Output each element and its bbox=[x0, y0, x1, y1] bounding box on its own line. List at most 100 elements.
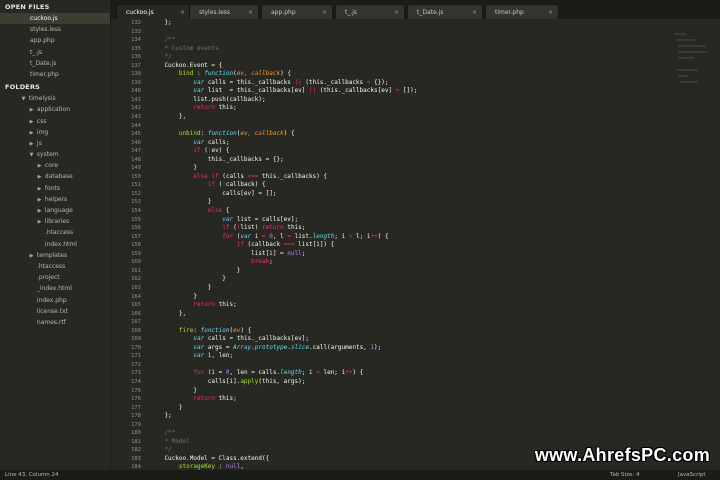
code-line[interactable]: break; bbox=[150, 258, 720, 267]
folder-item[interactable]: ▼ timelysis bbox=[0, 93, 110, 104]
code-line[interactable]: var list = calls[ev]; bbox=[150, 216, 720, 225]
open-file-item[interactable]: cuckoo.js bbox=[0, 13, 110, 25]
code-line[interactable]: } bbox=[150, 284, 720, 293]
code-line[interactable]: } bbox=[150, 267, 720, 276]
tab-styles-less[interactable]: styles.less × bbox=[189, 4, 259, 19]
code-line[interactable]: */ bbox=[150, 53, 720, 62]
folder-item[interactable]: ▶ language bbox=[0, 205, 110, 216]
code-line[interactable]: var args = Array.prototype.slice.call(ar… bbox=[150, 344, 720, 353]
code-line[interactable]: var list = this._callbacks[ev] || (this.… bbox=[150, 87, 720, 96]
open-file-item[interactable]: t_Date.js bbox=[0, 58, 110, 69]
open-file-item[interactable]: t_.js bbox=[0, 47, 110, 58]
tab-t-js[interactable]: t_.js × bbox=[335, 4, 405, 19]
code-line[interactable]: else { bbox=[150, 207, 720, 216]
code-line[interactable]: if (!list) return this; bbox=[150, 224, 720, 233]
code-line[interactable]: return this; bbox=[150, 104, 720, 113]
cursor-position: Line 43, Column 24 bbox=[5, 472, 59, 478]
file-item[interactable]: index.php bbox=[0, 295, 110, 306]
code-line[interactable]: var calls = this._callbacks || (this._ca… bbox=[150, 79, 720, 88]
code-line[interactable]: fire: function(ev) { bbox=[150, 327, 720, 336]
code-line[interactable] bbox=[150, 361, 720, 370]
close-icon[interactable]: × bbox=[180, 5, 185, 20]
code-line[interactable]: if (!ev) { bbox=[150, 147, 720, 156]
folder-item[interactable]: ▶ img bbox=[0, 127, 110, 138]
code-line[interactable]: } bbox=[150, 293, 720, 302]
folder-item[interactable]: ▶ helpers bbox=[0, 194, 110, 205]
code-line[interactable]: for (i = 0, len = calls.length; i < len;… bbox=[150, 369, 720, 378]
minimap[interactable] bbox=[674, 23, 714, 463]
folder-item[interactable]: ▶ database bbox=[0, 171, 110, 182]
file-item[interactable]: names.rtf bbox=[0, 317, 110, 328]
open-file-item[interactable]: timer.php bbox=[0, 69, 110, 80]
tab-timer-php[interactable]: timer.php × bbox=[485, 4, 559, 19]
tab-size-indicator[interactable]: Tab Size: 4 bbox=[610, 470, 639, 480]
code-token: ) { bbox=[352, 369, 364, 377]
code-line[interactable]: bind : function(ev, callback) { bbox=[150, 70, 720, 79]
file-item[interactable]: license.txt bbox=[0, 306, 110, 317]
code-line[interactable]: calls[i].apply(this, args); bbox=[150, 378, 720, 387]
code-line[interactable]: list[i] = null; bbox=[150, 250, 720, 259]
file-item[interactable]: index.html bbox=[0, 239, 110, 250]
folder-item[interactable]: ▶ fonts bbox=[0, 183, 110, 194]
syntax-indicator[interactable]: JavaScript bbox=[678, 470, 706, 480]
code-line[interactable]: }; bbox=[150, 412, 720, 421]
code-line[interactable]: var i, len; bbox=[150, 352, 720, 361]
file-item[interactable]: _index.html bbox=[0, 283, 110, 294]
code-line[interactable]: for (var i = 0, l = list.length; i < l; … bbox=[150, 233, 720, 242]
code-line[interactable]: /** bbox=[150, 36, 720, 45]
tab-t-date-js[interactable]: t_Date.js × bbox=[407, 4, 483, 19]
folder-item[interactable]: ▶ js bbox=[0, 138, 110, 149]
folder-item[interactable]: ▶ core bbox=[0, 160, 110, 171]
code-line[interactable] bbox=[150, 421, 720, 430]
close-icon[interactable]: × bbox=[548, 5, 553, 20]
code-line[interactable]: } bbox=[150, 404, 720, 413]
open-file-item[interactable]: app.php bbox=[0, 35, 110, 46]
code-line[interactable]: if (callback === list[i]) { bbox=[150, 241, 720, 250]
folder-item[interactable]: ▶ application bbox=[0, 104, 110, 115]
folder-item[interactable]: ▼ system bbox=[0, 149, 110, 160]
code-area[interactable]: }; /** * Custom events */ Cuckoo.Event =… bbox=[150, 19, 720, 470]
code-line[interactable] bbox=[150, 318, 720, 327]
code-editor[interactable]: 132 133 134 135 136 137 138 139 140 141 142 143 144 1… bbox=[111, 19, 720, 470]
code-line[interactable]: }; bbox=[150, 19, 720, 28]
code-line[interactable]: } bbox=[150, 198, 720, 207]
code-line[interactable] bbox=[150, 28, 720, 37]
code-line[interactable]: } bbox=[150, 387, 720, 396]
code-line[interactable]: if (!callback) { bbox=[150, 181, 720, 190]
code-token: === bbox=[283, 241, 295, 249]
folder-item[interactable]: ▶ css bbox=[0, 116, 110, 127]
open-file-item[interactable]: styles.less bbox=[0, 24, 110, 35]
close-icon[interactable]: × bbox=[472, 5, 477, 20]
code-line[interactable]: var calls = this._callbacks[ev]; bbox=[150, 335, 720, 344]
code-line[interactable]: this._callbacks = {}; bbox=[150, 156, 720, 165]
close-icon[interactable]: × bbox=[394, 5, 399, 20]
file-item[interactable]: .project bbox=[0, 272, 110, 283]
code-line[interactable]: } bbox=[150, 164, 720, 173]
code-line[interactable]: return this; bbox=[150, 395, 720, 404]
code-line[interactable]: * Custom events bbox=[150, 45, 720, 54]
close-icon[interactable]: × bbox=[248, 5, 253, 20]
close-icon[interactable]: × bbox=[322, 5, 327, 20]
folder-item[interactable]: ▶ templates bbox=[0, 250, 110, 261]
code-line[interactable]: Cuckoo.Event = { bbox=[150, 62, 720, 71]
code-line[interactable]: }, bbox=[150, 310, 720, 319]
code-line[interactable] bbox=[150, 122, 720, 131]
tab-app-php[interactable]: app.php × bbox=[261, 4, 333, 19]
code-line[interactable]: unbind: function(ev, callback) { bbox=[150, 130, 720, 139]
code-line[interactable]: else if (calls === this._callbacks) { bbox=[150, 173, 720, 182]
file-item[interactable]: .htaccess bbox=[0, 261, 110, 272]
code-line[interactable]: }, bbox=[150, 113, 720, 122]
folder-item[interactable]: ▶ libraries bbox=[0, 216, 110, 227]
code-line[interactable]: var calls; bbox=[150, 139, 720, 148]
code-token: calls; bbox=[204, 138, 230, 146]
code-line[interactable]: calls[ev] = []; bbox=[150, 190, 720, 199]
code-line[interactable]: return this; bbox=[150, 301, 720, 310]
code-token: list[i] = bbox=[150, 249, 288, 257]
file-item[interactable]: .htaccess bbox=[0, 227, 110, 238]
code-line[interactable]: list.push(callback); bbox=[150, 96, 720, 105]
tab-cuckoo-js[interactable]: cuckoo.js × bbox=[116, 4, 191, 19]
line-number: 134 bbox=[131, 37, 141, 44]
code-line[interactable]: } bbox=[150, 275, 720, 284]
code-line[interactable]: /** bbox=[150, 429, 720, 438]
tree-item-label: names.rtf bbox=[35, 318, 66, 326]
